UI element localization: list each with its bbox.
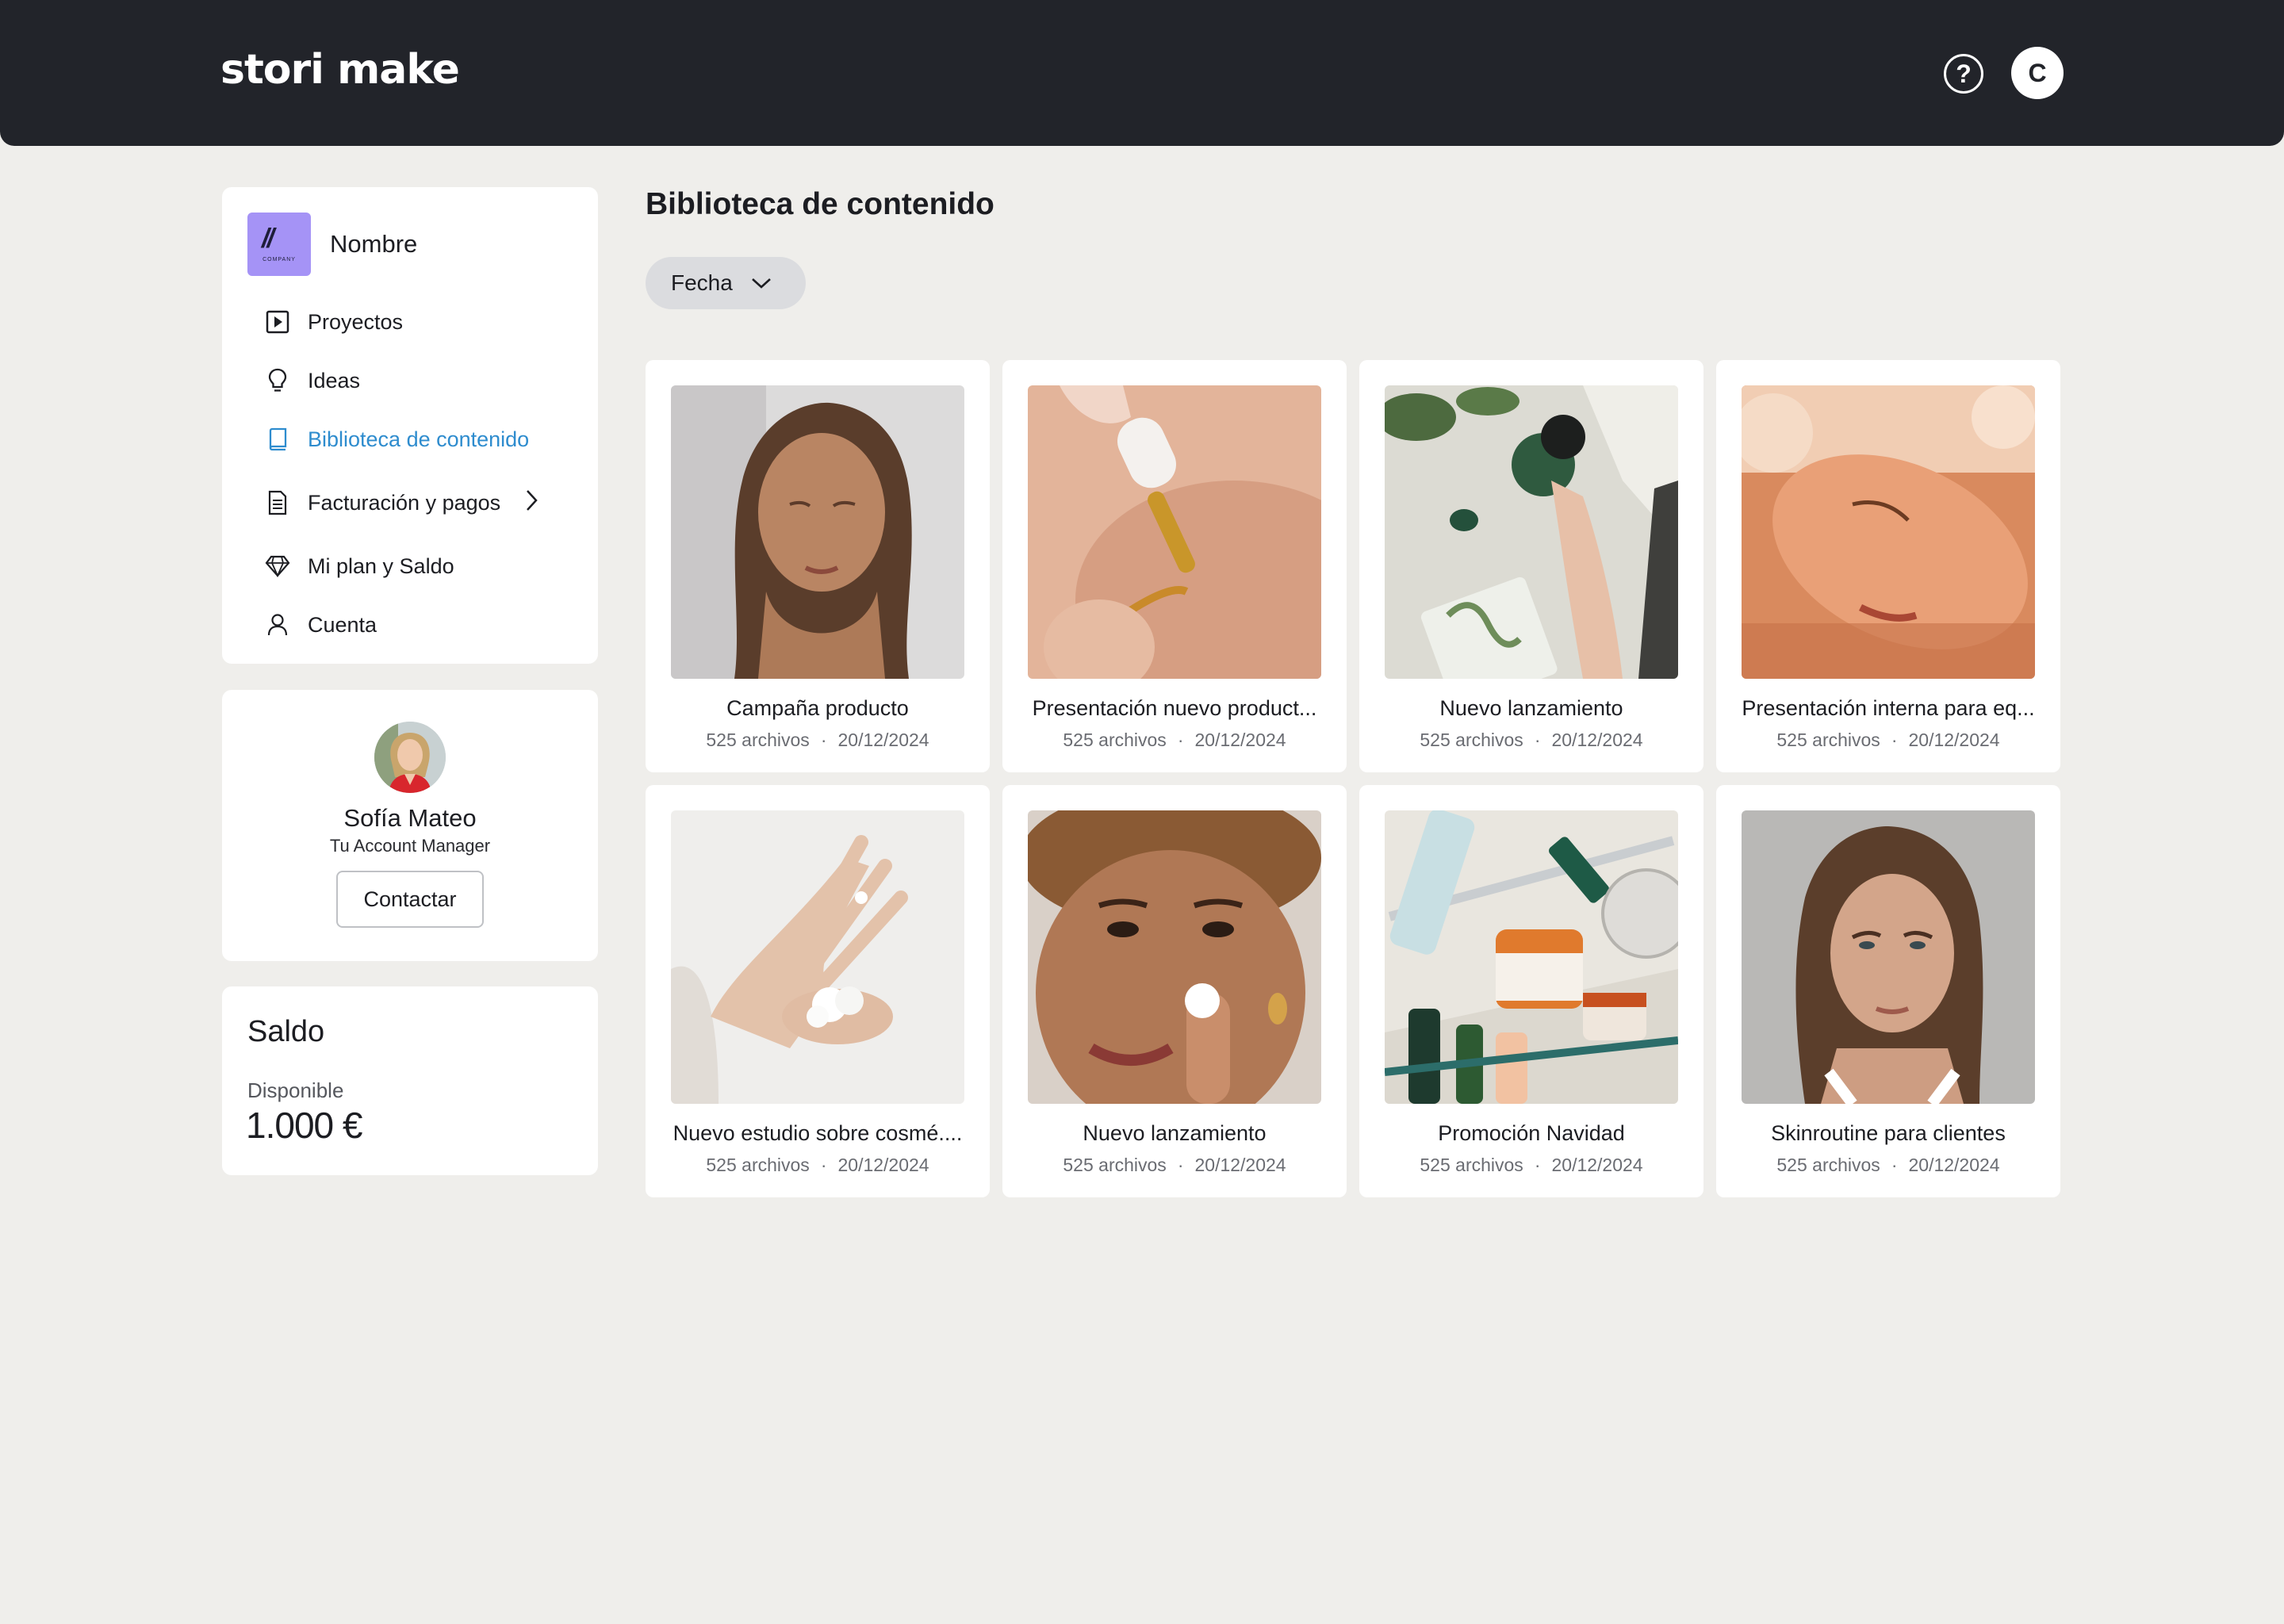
- content-thumbnail: [1028, 810, 1321, 1104]
- content-card-meta: 525 archivos · 20/12/2024: [1359, 1155, 1703, 1176]
- sidebar-item-biblioteca[interactable]: Biblioteca de contenido: [265, 423, 529, 455]
- content-card-title: Nuevo lanzamiento: [1439, 696, 1623, 720]
- separator-dot: ·: [1177, 1155, 1184, 1175]
- content-thumbnail: [1028, 385, 1321, 679]
- content-card[interactable]: Nuevo lanzamiento 525 archivos · 20/12/202…: [1002, 785, 1347, 1197]
- content-thumbnail: [1742, 385, 2035, 679]
- content-card-title: Campaña producto: [726, 696, 909, 720]
- sidebar-item-label: Ideas: [308, 368, 361, 393]
- lightbulb-icon: [265, 367, 290, 394]
- content-card-date: 20/12/2024: [837, 730, 929, 750]
- content-card-title: Nuevo estudio sobre cosmé....: [673, 1121, 963, 1145]
- app-logo[interactable]: stori make: [220, 46, 460, 94]
- separator-dot: ·: [820, 730, 827, 750]
- content-card-date: 20/12/2024: [1194, 1155, 1286, 1175]
- content-card[interactable]: Nuevo lanzamiento 525 archivos · 20/12/202…: [1359, 360, 1703, 772]
- content-card-files: 525 archivos: [1063, 1155, 1167, 1175]
- content-card-date: 20/12/2024: [1908, 1155, 2000, 1175]
- content-card[interactable]: Promoción Navidad 525 archivos · 20/12/202…: [1359, 785, 1703, 1197]
- content-card[interactable]: Campaña producto 525 archivos · 20/12/2024: [646, 360, 990, 772]
- content-card-meta: 525 archivos · 20/12/2024: [646, 1155, 990, 1176]
- content-card-date: 20/12/2024: [1908, 730, 2000, 750]
- company-header[interactable]: // COMPANY Nombre: [247, 213, 417, 276]
- content-card-title: Skinroutine para clientes: [1771, 1121, 2006, 1145]
- content-card[interactable]: Presentación nuevo product... 525 archiv…: [1002, 360, 1347, 772]
- content-card-files: 525 archivos: [706, 1155, 810, 1175]
- balance-title: Saldo: [247, 1015, 325, 1048]
- sidebar-item-label: Cuenta: [308, 612, 377, 637]
- sidebar-item-label: Mi plan y Saldo: [308, 553, 454, 578]
- company-logo-text: COMPANY: [263, 257, 296, 262]
- content-thumbnail: [1385, 810, 1678, 1104]
- sidebar-item-ideas[interactable]: Ideas: [265, 365, 360, 396]
- content-card-date: 20/12/2024: [1194, 730, 1286, 750]
- balance-value: 1.000 €: [246, 1105, 362, 1146]
- separator-dot: ·: [1534, 1155, 1541, 1175]
- sidebar-item-label: Biblioteca de contenido: [308, 427, 530, 451]
- content-card-title: Presentación nuevo product...: [1032, 696, 1317, 720]
- sidebar-item-proyectos[interactable]: Proyectos: [265, 306, 403, 338]
- top-bar: stori make ? C: [0, 0, 2284, 146]
- user-icon: [265, 611, 290, 638]
- account-manager-name: Sofía Mateo: [343, 804, 477, 832]
- company-logo-mark: //: [262, 224, 274, 254]
- separator-dot: ·: [1891, 1155, 1898, 1175]
- date-filter-label: Fecha: [671, 270, 733, 295]
- content-thumbnail: [1742, 810, 2035, 1104]
- separator-dot: ·: [1891, 730, 1898, 750]
- company-name: Nombre: [330, 230, 418, 258]
- account-manager-avatar: [374, 722, 446, 793]
- sidebar-item-cuenta[interactable]: Cuenta: [265, 609, 377, 641]
- account-manager-role: Tu Account Manager: [329, 836, 491, 856]
- content-card-files: 525 archivos: [706, 730, 810, 750]
- content-card-files: 525 archivos: [1420, 1155, 1523, 1175]
- diamond-icon: [265, 553, 290, 580]
- user-avatar-button[interactable]: C: [2011, 47, 2064, 99]
- separator-dot: ·: [1534, 730, 1541, 750]
- content-card-date: 20/12/2024: [1551, 1155, 1643, 1175]
- sidebar-item-label: Proyectos: [308, 309, 404, 334]
- content-card[interactable]: Skinroutine para clientes 525 archivos · 2…: [1716, 785, 2060, 1197]
- content-card-meta: 525 archivos · 20/12/2024: [1716, 730, 2060, 751]
- sidebar-item-facturacion[interactable]: Facturación y pagos: [265, 487, 538, 519]
- content-card-files: 525 archivos: [1063, 730, 1167, 750]
- sidebar-nav: // COMPANY Nombre Proyectos Ideas Biblio…: [222, 187, 598, 664]
- date-filter-dropdown[interactable]: Fecha: [646, 257, 806, 309]
- chevron-right-icon[interactable]: [524, 488, 538, 518]
- page-title: Biblioteca de contenido: [646, 187, 994, 221]
- account-manager-card: Sofía Mateo Tu Account Manager Contactar: [222, 690, 598, 961]
- content-card-files: 525 archivos: [1776, 730, 1880, 750]
- help-icon[interactable]: ?: [1944, 54, 1983, 94]
- company-logo: // COMPANY: [247, 213, 311, 276]
- content-card-files: 525 archivos: [1776, 1155, 1880, 1175]
- content-thumbnail: [671, 810, 964, 1104]
- content-card-meta: 525 archivos · 20/12/2024: [1002, 1155, 1347, 1176]
- content-card-title: Promoción Navidad: [1438, 1121, 1625, 1145]
- content-card-files: 525 archivos: [1420, 730, 1523, 750]
- separator-dot: ·: [1177, 730, 1184, 750]
- content-card[interactable]: Presentación interna para eq... 525 arch…: [1716, 360, 2060, 772]
- content-card-title: Presentación interna para eq...: [1742, 696, 2035, 720]
- content-card-meta: 525 archivos · 20/12/2024: [646, 730, 990, 751]
- content-card-date: 20/12/2024: [837, 1155, 929, 1175]
- content-thumbnail: [1385, 385, 1678, 679]
- separator-dot: ·: [820, 1155, 827, 1175]
- sidebar-item-mi-plan[interactable]: Mi plan y Saldo: [265, 550, 454, 582]
- content-card-meta: 525 archivos · 20/12/2024: [1002, 730, 1347, 751]
- chevron-down-icon: [750, 270, 772, 296]
- sidebar-item-label: Facturación y pagos: [308, 490, 501, 515]
- content-thumbnail: [671, 385, 964, 679]
- contact-button[interactable]: Contactar: [336, 871, 484, 928]
- content-card-date: 20/12/2024: [1551, 730, 1643, 750]
- balance-card: Saldo Disponible 1.000 €: [222, 986, 598, 1175]
- content-card-title: Nuevo lanzamiento: [1083, 1121, 1267, 1145]
- play-square-icon: [265, 308, 290, 335]
- book-icon: [265, 426, 290, 453]
- content-card-meta: 525 archivos · 20/12/2024: [1716, 1155, 2060, 1176]
- balance-label: Disponible: [247, 1078, 344, 1102]
- content-card[interactable]: Nuevo estudio sobre cosmé.... 525 archiv…: [646, 785, 990, 1197]
- content-card-meta: 525 archivos · 20/12/2024: [1359, 730, 1703, 751]
- invoice-icon: [265, 489, 290, 516]
